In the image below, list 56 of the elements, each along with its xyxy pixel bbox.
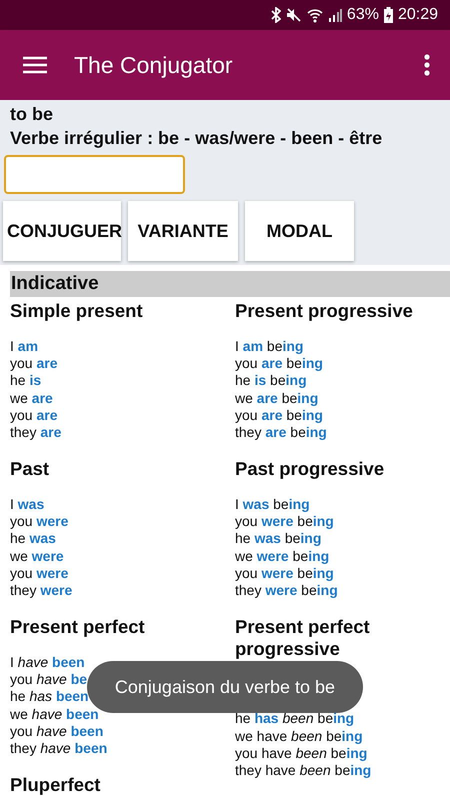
conjugation-line: I am [10, 338, 38, 356]
conjugation-line: he has been being [235, 710, 354, 728]
conjugation-line: they were [10, 582, 72, 599]
tense-title: Present perfect progressive [235, 616, 371, 660]
verb-input-field[interactable] [4, 155, 185, 194]
conjugation-line: he is [10, 372, 42, 390]
conjugation-line: they were being [235, 582, 338, 599]
conjugation-line: we are being [235, 390, 318, 407]
action-button[interactable]: CONJUGUER [3, 201, 121, 261]
tense-title: Present perfect [10, 616, 145, 638]
conjugation-line: you are being [235, 355, 323, 372]
action-button[interactable]: MODAL [245, 201, 354, 261]
tense-title: Pluperfect [10, 774, 100, 796]
battery-percent: 63% [346, 6, 379, 24]
conjugation-line: he was being [235, 530, 322, 548]
conjugation-line: he has been [10, 688, 89, 706]
app-title: The Conjugator [74, 52, 233, 78]
conjugation-line: you were [10, 513, 68, 530]
conjugation-line: they are [10, 424, 62, 441]
conjugation-line: you have been [10, 722, 104, 740]
wifi-icon [306, 7, 323, 23]
conjugation-line: we have been being [235, 728, 363, 745]
conjugation-line: I have been [10, 654, 85, 672]
conjugation-line: you were being [235, 564, 334, 582]
conjugation-line: you have be [10, 671, 88, 688]
conjugation-line: you are [10, 355, 58, 372]
conjugation-line: he is being [235, 372, 307, 390]
verb-forms: Verbe irrégulier : be - was/were - been - être [10, 128, 384, 149]
conjugation-line: they have been being [235, 762, 372, 779]
conjugation-line: I was being [235, 496, 310, 514]
conjugation-line: he was [10, 530, 56, 548]
conjugation-line: you are being [235, 406, 323, 424]
conjugation-line: they have been [10, 740, 108, 757]
toast-message: Conjugaison du verbe to be [87, 661, 363, 713]
tense-title: Simple present [10, 300, 143, 322]
mute-icon [286, 7, 302, 23]
conjugation-line: you were [10, 564, 68, 582]
signal-icon [328, 8, 342, 22]
battery-icon [384, 7, 393, 23]
conjugation-line: you were being [235, 513, 334, 530]
bluetooth-icon [270, 7, 281, 23]
tense-title: Past [10, 458, 50, 480]
conjugation-line: you are [10, 406, 58, 424]
conjugation-line: they are being [235, 424, 327, 441]
verb-title: to be [10, 104, 54, 125]
tense-title: Present progressive [235, 300, 413, 322]
conjugation-line: I am being [235, 338, 304, 356]
tense-title: Past progressive [235, 458, 384, 480]
conjugation-line: you have been being [235, 744, 368, 762]
conjugation-line: we were being [235, 548, 330, 565]
conjugation-line: we are [10, 390, 53, 407]
action-button[interactable]: VARIANTE [128, 201, 238, 261]
conjugation-line: I was [10, 496, 44, 514]
clock: 20:29 [398, 6, 438, 24]
section-header: Indicative [10, 271, 450, 297]
conjugation-line: we were [10, 548, 64, 565]
